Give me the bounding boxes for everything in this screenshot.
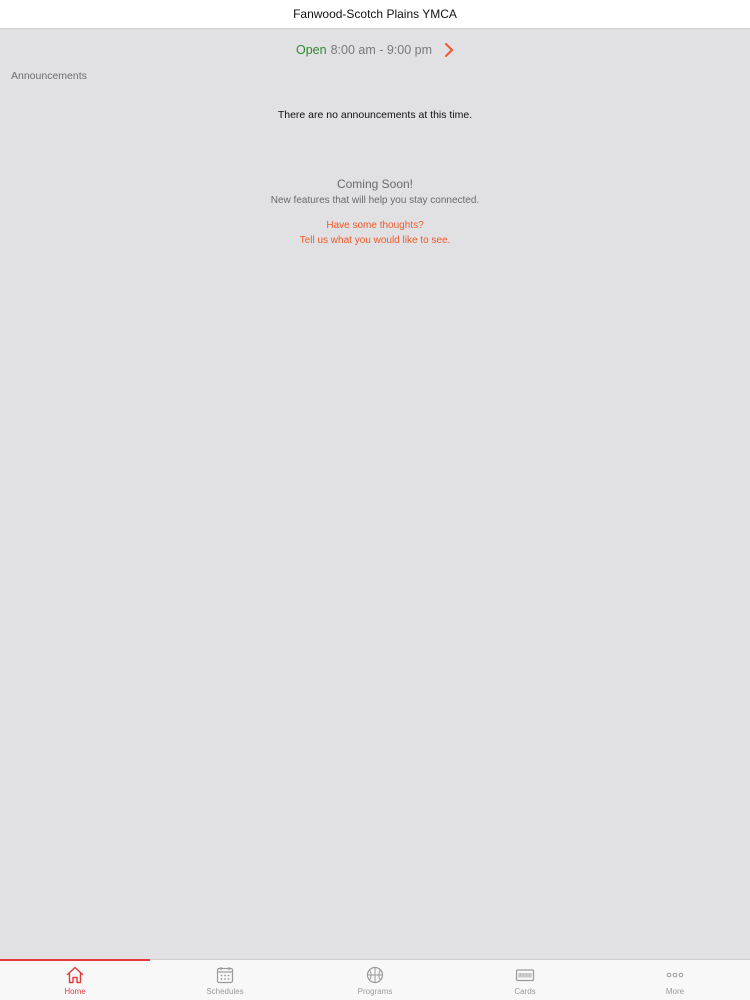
tab-home-label: Home xyxy=(64,987,86,996)
tab-cards[interactable]: Cards xyxy=(450,960,600,1000)
coming-soon-subtitle: New features that will help you stay con… xyxy=(270,195,480,206)
chevron-right-icon[interactable] xyxy=(444,43,454,57)
hours-row[interactable]: Open 8:00 am - 9:00 pm xyxy=(0,38,750,62)
basketball-icon xyxy=(366,966,384,984)
more-icon xyxy=(666,972,684,978)
tab-schedules-label: Schedules xyxy=(206,987,244,996)
home-icon xyxy=(66,966,84,984)
tab-bar: Home Schedules Programs Cards More xyxy=(0,959,750,1000)
tab-programs-label: Programs xyxy=(357,987,393,996)
calendar-icon xyxy=(216,967,234,984)
tab-schedules[interactable]: Schedules xyxy=(150,960,300,1000)
announcements-label: Announcements xyxy=(11,70,87,82)
announcements-empty-message: There are no announcements at this time. xyxy=(277,109,473,121)
card-icon xyxy=(515,969,535,982)
nav-bar: Fanwood-Scotch Plains YMCA xyxy=(0,0,750,29)
feedback-link-line2[interactable]: Tell us what you would like to see. xyxy=(0,235,750,246)
feedback-link-line1[interactable]: Have some thoughts? xyxy=(0,220,750,231)
tab-home[interactable]: Home xyxy=(0,959,150,1000)
tab-more[interactable]: More xyxy=(600,960,750,1000)
tab-cards-label: Cards xyxy=(514,987,536,996)
open-status: Open xyxy=(295,43,327,57)
tab-programs[interactable]: Programs xyxy=(300,960,450,1000)
page-title: Fanwood-Scotch Plains YMCA xyxy=(293,7,457,21)
hours-time-range: 8:00 am - 9:00 pm xyxy=(330,43,433,57)
coming-soon-title: Coming Soon! xyxy=(336,177,414,191)
tab-more-label: More xyxy=(665,987,685,996)
